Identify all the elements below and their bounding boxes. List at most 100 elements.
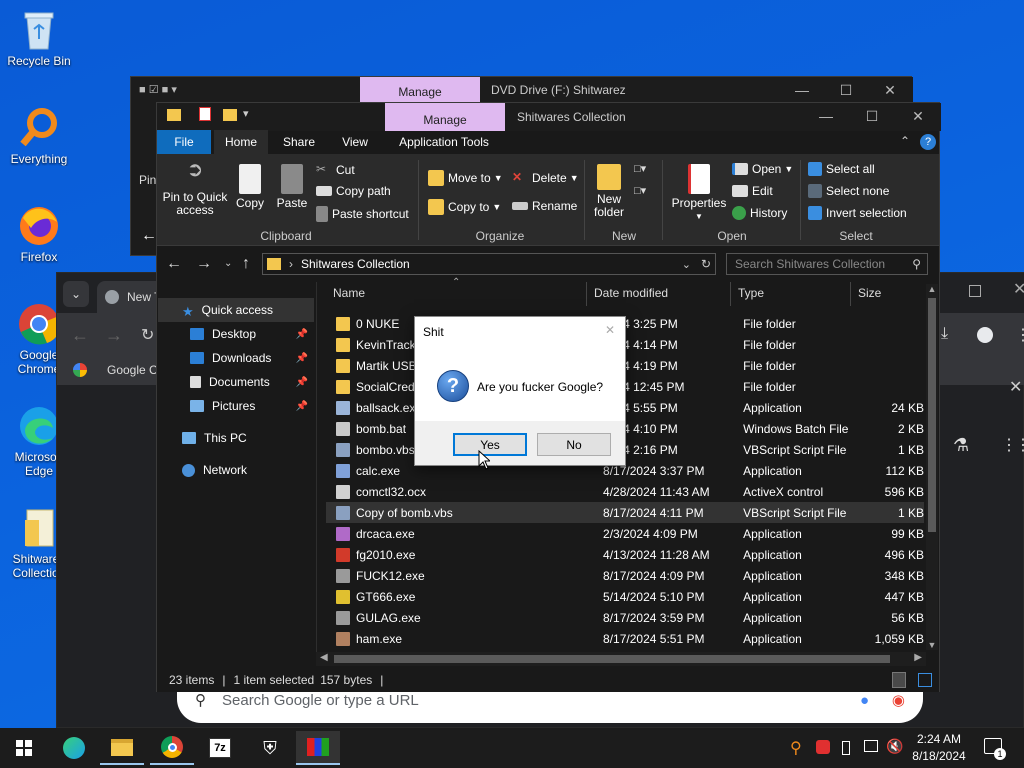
up-arrow-icon[interactable]: ↑	[242, 255, 250, 273]
lens-icon[interactable]: ◉	[892, 691, 905, 709]
back-arrow-icon[interactable]: ←	[71, 325, 89, 346]
manage-tab[interactable]: Manage	[385, 103, 505, 131]
minimize-icon[interactable]: —	[779, 77, 825, 103]
scroll-up-icon[interactable]: ▲	[926, 284, 938, 294]
taskbar-app[interactable]	[296, 731, 340, 765]
nav-pictures[interactable]: Pictures 📌	[158, 394, 314, 418]
battery-icon[interactable]	[842, 741, 850, 755]
maximize-icon[interactable]	[969, 285, 981, 297]
open-button[interactable]: Open ▼	[732, 162, 793, 176]
new-folder-button[interactable]: New folder	[588, 164, 630, 219]
scroll-right-icon[interactable]: ▶	[914, 652, 922, 663]
large-icons-view-icon[interactable]	[918, 673, 932, 687]
taskbar-chrome[interactable]	[150, 731, 194, 765]
download-icon[interactable]: ⤓	[941, 325, 948, 343]
menu-icon[interactable]: ⋮	[1015, 325, 1024, 345]
no-button[interactable]: No	[537, 433, 611, 456]
apps-grid-icon[interactable]: ⋮⋮⋮	[1001, 435, 1024, 455]
file-row[interactable]: ham.exe 8/17/2024 5:51 PM Application 1,059…	[326, 628, 924, 649]
minimize-icon[interactable]: —	[803, 103, 849, 129]
profile-icon[interactable]	[977, 327, 993, 343]
new-item-icon[interactable]: □▾	[634, 162, 656, 178]
history-button[interactable]: History	[732, 206, 787, 220]
tab-application-tools[interactable]: Application Tools	[386, 130, 502, 154]
column-header-size[interactable]: Size	[858, 286, 881, 300]
tray-app-icon[interactable]	[816, 740, 830, 754]
nav-downloads[interactable]: Downloads 📌	[158, 346, 314, 370]
yes-button[interactable]: Yes	[453, 433, 527, 456]
desktop-icon-everything[interactable]: Everything	[1, 106, 77, 166]
copy-path-button[interactable]: Copy path	[316, 184, 391, 198]
file-row[interactable]: FUCK12.exe 8/17/2024 4:09 PM Application 34…	[326, 565, 924, 586]
search-tray-icon[interactable]: ⚲	[790, 738, 802, 758]
easy-access-icon[interactable]: □▾	[634, 184, 656, 200]
usb-icon[interactable]	[864, 740, 878, 752]
volume-muted-icon[interactable]: 🔇	[886, 738, 903, 755]
forward-arrow-icon[interactable]: →	[105, 325, 123, 346]
nav-quick-access[interactable]: ★ Quick access	[158, 298, 314, 322]
column-header-type[interactable]: Type	[738, 286, 764, 300]
search-input[interactable]: Search Shitwares Collection ⚲	[726, 253, 928, 275]
nav-documents[interactable]: Documents 📌	[158, 370, 314, 394]
taskbar-file-explorer[interactable]	[100, 731, 144, 765]
help-icon[interactable]: ?	[920, 134, 936, 150]
edit-button[interactable]: Edit	[732, 184, 773, 198]
close-icon[interactable]: ✕	[605, 323, 615, 337]
pin-quick-access-button[interactable]: ➲ Pin to Quick access	[160, 160, 230, 217]
horizontal-scrollbar[interactable]: ◀ ▶	[316, 652, 926, 666]
taskbar-7zip[interactable]: 7z	[198, 731, 242, 765]
newfolder-qat-icon[interactable]	[223, 109, 237, 121]
scrollbar-thumb[interactable]	[334, 655, 890, 663]
details-view-icon[interactable]	[892, 672, 906, 688]
back-arrow-icon[interactable]: ←	[166, 255, 182, 273]
paste-button[interactable]: Paste	[274, 164, 310, 210]
nav-network[interactable]: Network	[158, 458, 314, 482]
bookmark-google[interactable]: Google C	[73, 363, 158, 377]
qat-dropdown-icon[interactable]: ▾	[243, 107, 249, 120]
paste-shortcut-button[interactable]: Paste shortcut	[316, 206, 409, 222]
address-bar[interactable]: › Shitwares Collection ⌄ ↻	[262, 253, 716, 275]
close-bookmark-icon[interactable]: ✕	[1009, 377, 1022, 397]
clock[interactable]: 2:24 AM 8/18/2024	[908, 731, 970, 765]
maximize-icon[interactable]: ☐	[823, 77, 869, 103]
select-all-button[interactable]: Select all	[808, 162, 875, 176]
tab-share[interactable]: Share	[272, 130, 326, 154]
refresh-icon[interactable]: ↻	[701, 257, 711, 271]
file-row[interactable]: drcaca.exe 2/3/2024 4:09 PM Application 99 …	[326, 523, 924, 544]
folder-qat-icon[interactable]	[167, 109, 181, 121]
tab-search-button[interactable]: ⌄	[63, 281, 89, 307]
close-icon[interactable]: ✕	[867, 77, 913, 103]
invert-selection-button[interactable]: Invert selection	[808, 206, 907, 220]
file-row[interactable]: comctl32.ocx 4/28/2024 11:43 AM ActiveX co…	[326, 481, 924, 502]
scroll-left-icon[interactable]: ◀	[320, 652, 328, 663]
labs-flask-icon[interactable]: ⚗	[953, 435, 969, 456]
copy-to-button[interactable]: Copy to ▼	[428, 199, 501, 215]
file-row[interactable]: Copy of bomb.vbs 8/17/2024 4:11 PM VBScrip…	[326, 502, 924, 523]
taskbar-edge[interactable]	[52, 731, 96, 765]
nav-this-pc[interactable]: This PC	[158, 426, 314, 450]
nav-desktop[interactable]: Desktop 📌	[158, 322, 314, 346]
vertical-scrollbar[interactable]: ▲ ▼	[926, 284, 938, 650]
address-dropdown-icon[interactable]: ⌄	[682, 258, 691, 271]
column-header-name[interactable]: Name	[333, 286, 365, 300]
file-row[interactable]: GULAG.exe 8/17/2024 3:59 PM Application 56 …	[326, 607, 924, 628]
forward-arrow-icon[interactable]: →	[196, 255, 212, 273]
column-header-date[interactable]: Date modified	[594, 286, 668, 300]
rename-button[interactable]: Rename	[512, 199, 577, 213]
select-none-button[interactable]: Select none	[808, 184, 889, 198]
taskbar-security[interactable]: ⛨	[248, 731, 292, 765]
tab-view[interactable]: View	[328, 130, 382, 154]
mic-icon[interactable]: ●	[860, 692, 869, 709]
maximize-icon[interactable]: ☐	[849, 103, 895, 129]
tab-home[interactable]: Home	[214, 130, 268, 154]
close-icon[interactable]: ✕	[895, 103, 941, 129]
file-row[interactable]: GT666.exe 5/14/2024 5:10 PM Application 447…	[326, 586, 924, 607]
copy-button[interactable]: Copy	[232, 164, 268, 210]
cut-button[interactable]: ✂ Cut	[316, 162, 355, 178]
start-button[interactable]	[2, 731, 46, 765]
collapse-ribbon-icon[interactable]: ⌃	[900, 134, 910, 148]
properties-button[interactable]: Properties ▼	[668, 164, 730, 223]
recent-locations-icon[interactable]: ⌄	[224, 258, 232, 269]
move-to-button[interactable]: Move to ▼	[428, 170, 503, 186]
reload-icon[interactable]: ↻	[141, 325, 154, 345]
